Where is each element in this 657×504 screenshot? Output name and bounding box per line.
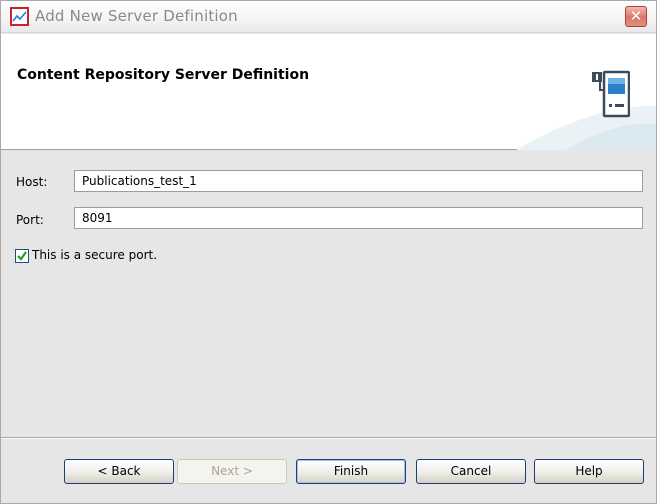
form-area: Host: Publications_test_1 Port: 8091 Thi… — [1, 151, 656, 437]
dialog-window: Add New Server Definition ✕ Content Repo… — [0, 0, 657, 504]
next-button[interactable]: Next > — [177, 459, 287, 484]
help-button[interactable]: Help — [534, 459, 644, 484]
server-icon — [592, 70, 630, 118]
host-label: Host: — [16, 175, 48, 189]
port-label: Port: — [16, 213, 44, 227]
host-input[interactable]: Publications_test_1 — [74, 170, 643, 192]
secure-port-checkbox[interactable] — [15, 249, 29, 263]
app-icon — [10, 7, 29, 26]
secure-port-label[interactable]: This is a secure port. — [32, 248, 157, 262]
check-icon — [17, 251, 27, 261]
cancel-button[interactable]: Cancel — [416, 459, 526, 484]
page-title: Content Repository Server Definition — [17, 67, 310, 83]
header-decoration — [476, 34, 656, 150]
window-title: Add New Server Definition — [35, 7, 238, 25]
header-panel: Content Repository Server Definition — [1, 34, 656, 150]
finish-button[interactable]: Finish — [296, 459, 406, 484]
divider — [1, 437, 656, 439]
back-button[interactable]: < Back — [64, 459, 174, 484]
port-input[interactable]: 8091 — [74, 207, 643, 229]
close-button[interactable]: ✕ — [625, 6, 647, 27]
title-bar[interactable]: Add New Server Definition ✕ — [1, 1, 656, 33]
